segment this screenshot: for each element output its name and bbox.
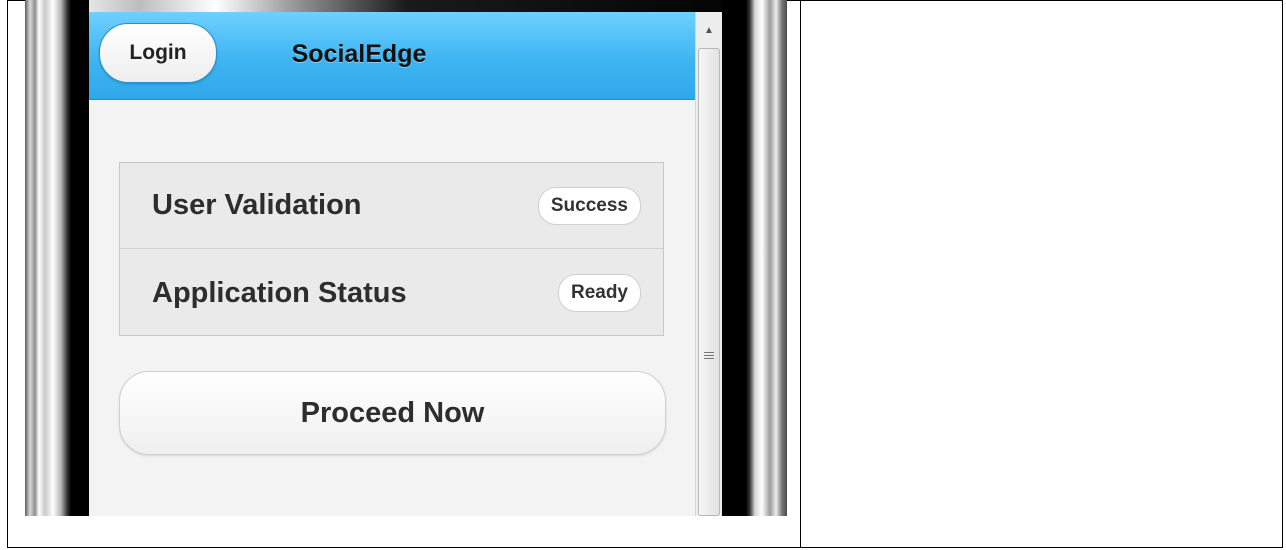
table-column-divider [800, 0, 801, 548]
phone-frame: Login SocialEdge User Validation Success… [25, 0, 787, 516]
header-bar: Login SocialEdge [89, 12, 695, 100]
list-item-user-validation: User Validation Success [120, 163, 663, 249]
status-list: User Validation Success Application Stat… [119, 162, 664, 336]
scroll-up-arrow-icon[interactable]: ▲ [696, 12, 722, 48]
phone-bezel-right [722, 0, 787, 516]
list-item-application-status: Application Status Ready [120, 250, 663, 336]
phone-bezel-left [25, 0, 89, 516]
scrollbar[interactable]: ▲ [695, 12, 722, 516]
phone-screen: Login SocialEdge User Validation Success… [89, 12, 695, 516]
app-title: SocialEdge [291, 40, 427, 68]
list-item-label: User Validation [152, 189, 362, 221]
list-item-label: Application Status [152, 276, 407, 309]
status-badge: Success [537, 186, 641, 225]
scroll-thumb[interactable] [698, 48, 720, 516]
login-button[interactable]: Login [99, 23, 217, 83]
scroll-grip-icon [704, 352, 714, 361]
status-badge: Ready [557, 274, 641, 312]
proceed-now-button[interactable]: Proceed Now [119, 371, 666, 455]
